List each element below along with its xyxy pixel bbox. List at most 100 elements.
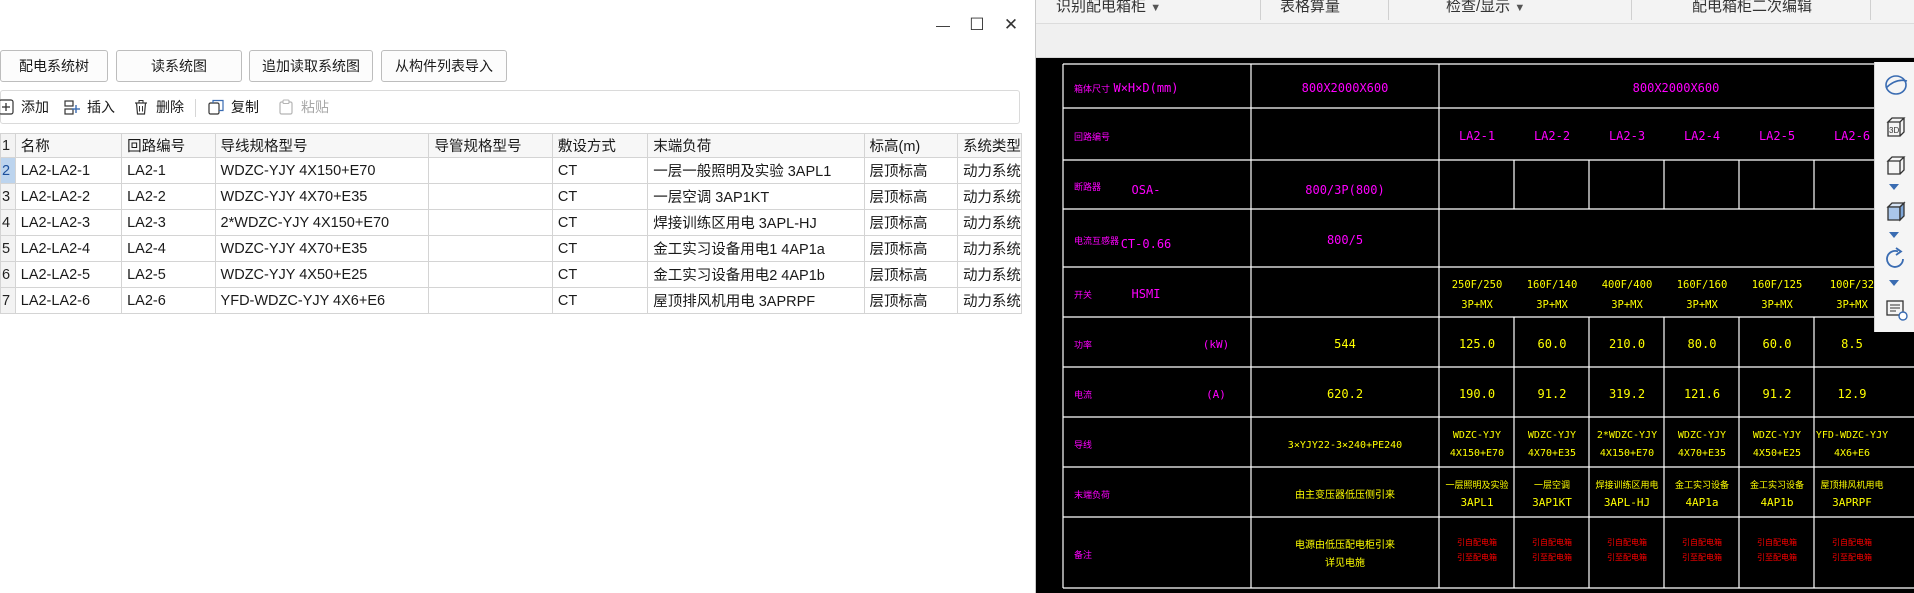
table-cell[interactable]: 动力系统 xyxy=(956,157,1022,184)
table-cell[interactable] xyxy=(428,235,553,262)
table-cell[interactable]: 一层空调 3AP1KT xyxy=(647,183,865,210)
cad-drawing-canvas[interactable]: 箱体尺寸 回路编号 断路器 电流互感器 开关 功率 电流 导线 末端负荷 备注 W×H×D(mm) 8… xyxy=(1036,58,1914,593)
table-cell[interactable]: LA2-LA2-3 xyxy=(14,209,123,236)
ribbon-table-calc[interactable]: 表格算量 xyxy=(1280,0,1340,24)
dialog-titlebar[interactable]: — ☐ ✕ xyxy=(0,0,1036,48)
circuit-table-container[interactable]: 1 名称 回路编号 导线规格型号 导管规格型号 敷设方式 末端负荷 标高(m) … xyxy=(0,133,1022,593)
table-cell[interactable]: LA2-LA2-5 xyxy=(14,261,123,288)
table-cell[interactable]: 一层一般照明及实验 3APL1 xyxy=(647,157,865,184)
table-cell[interactable] xyxy=(428,157,553,184)
table-row[interactable]: 4 LA2-LA2-3 LA2-3 2*WDZC-YJY 4X150+E70 CT 焊接训… xyxy=(0,209,1022,236)
cube-shaded-icon[interactable] xyxy=(1881,196,1911,226)
table-cell[interactable]: CT xyxy=(551,235,649,262)
paste-button[interactable]: 粘贴 xyxy=(277,91,329,123)
row-number-cell[interactable]: 4 xyxy=(0,209,16,236)
table-cell[interactable]: 动力系统 xyxy=(956,235,1022,262)
maximize-icon[interactable]: ☐ xyxy=(966,14,988,36)
copy-button[interactable]: 复制 xyxy=(207,91,259,123)
table-row[interactable]: 3 LA2-LA2-2 LA2-2 WDZC-YJY 4X70+E35 CT 一层空调 3… xyxy=(0,183,1022,210)
circuit-table: 1 名称 回路编号 导线规格型号 导管规格型号 敷设方式 末端负荷 标高(m) … xyxy=(0,133,1022,314)
table-cell[interactable]: LA2-5 xyxy=(121,261,216,288)
row-number-cell[interactable]: 6 xyxy=(0,261,16,288)
column-header-conduit-spec[interactable]: 导管规格型号 xyxy=(428,133,553,158)
table-cell[interactable]: WDZC-YJY 4X70+E35 xyxy=(214,235,430,262)
row-number-cell[interactable]: 2 xyxy=(0,157,16,184)
chevron-down-icon[interactable] xyxy=(1889,184,1899,190)
insert-button[interactable]: 插入 xyxy=(63,91,115,123)
table-cell[interactable]: WDZC-YJY 4X70+E35 xyxy=(214,183,430,210)
table-cell[interactable]: 焊接训练区用电 3APL-HJ xyxy=(647,209,865,236)
table-cell[interactable]: LA2-6 xyxy=(121,287,216,314)
table-cell[interactable]: LA2-LA2-2 xyxy=(14,183,123,210)
layer-settings-icon[interactable] xyxy=(1881,294,1911,324)
table-cell[interactable]: LA2-1 xyxy=(121,157,216,184)
close-icon[interactable]: ✕ xyxy=(1000,14,1022,36)
read-diagram-button[interactable]: 读系统图 xyxy=(116,50,242,82)
table-cell[interactable]: 层顶标高 xyxy=(863,209,958,236)
table-cell[interactable]: YFD-WDZC-YJY 4X6+E6 xyxy=(214,287,430,314)
table-cell[interactable]: LA2-LA2-1 xyxy=(14,157,123,184)
table-cell[interactable]: WDZC-YJY 4X50+E25 xyxy=(214,261,430,288)
table-cell[interactable]: 金工实习设备用电2 4AP1b xyxy=(647,261,865,288)
ribbon-secondary-edit[interactable]: 配电箱柜二次编辑 xyxy=(1692,0,1812,24)
column-header-name[interactable]: 名称 xyxy=(14,133,123,158)
table-cell[interactable]: LA2-LA2-6 xyxy=(14,287,123,314)
table-cell[interactable]: 层顶标高 xyxy=(863,261,958,288)
table-cell[interactable]: CT xyxy=(551,287,649,314)
diagram-circuit-note: 引自配电箱 xyxy=(1832,537,1872,547)
table-cell[interactable]: WDZC-YJY 4X150+E70 xyxy=(214,157,430,184)
table-cell[interactable]: LA2-4 xyxy=(121,235,216,262)
table-cell[interactable]: 层顶标高 xyxy=(863,235,958,262)
table-cell[interactable]: 动力系统 xyxy=(956,261,1022,288)
table-cell[interactable]: 动力系统 xyxy=(956,287,1022,314)
table-cell[interactable]: 金工实习设备用电1 4AP1a xyxy=(647,235,865,262)
ribbon-recognize-panel[interactable]: 识别配电箱柜 ▼ xyxy=(1056,0,1161,24)
chevron-down-icon[interactable] xyxy=(1889,280,1899,286)
orbit-icon[interactable] xyxy=(1881,70,1911,100)
table-cell[interactable]: 层顶标高 xyxy=(863,287,958,314)
diagram-circuit-power: 125.0 xyxy=(1459,337,1495,351)
column-header-elevation[interactable]: 标高(m) xyxy=(863,133,958,158)
table-cell[interactable]: LA2-3 xyxy=(121,209,216,236)
column-header-circuit-no[interactable]: 回路编号 xyxy=(121,133,216,158)
table-row[interactable]: 2 LA2-LA2-1 LA2-1 WDZC-YJY 4X150+E70 CT 一层一般照… xyxy=(0,157,1022,184)
column-header-cable-spec[interactable]: 导线规格型号 xyxy=(214,133,430,158)
row-number-cell[interactable]: 3 xyxy=(0,183,16,210)
table-row[interactable]: 7 LA2-LA2-6 LA2-6 YFD-WDZC-YJY 4X6+E6 CT 屋顶排风… xyxy=(0,287,1022,314)
table-cell[interactable] xyxy=(428,183,553,210)
table-cell[interactable]: 动力系统 xyxy=(956,183,1022,210)
add-button[interactable]: 添加 xyxy=(0,91,49,123)
table-row[interactable]: 6 LA2-LA2-5 LA2-5 WDZC-YJY 4X50+E25 CT 金工实习设备… xyxy=(0,261,1022,288)
chevron-down-icon[interactable] xyxy=(1889,232,1899,238)
distribution-tree-button[interactable]: 配电系统树 xyxy=(0,50,108,82)
append-read-diagram-button[interactable]: 追加读取系统图 xyxy=(249,50,373,82)
import-from-component-list-button[interactable]: 从构件列表导入 xyxy=(381,50,507,82)
table-cell[interactable]: CT xyxy=(551,157,649,184)
minimize-icon[interactable]: — xyxy=(932,14,954,36)
row-number-cell[interactable]: 5 xyxy=(0,235,16,262)
table-cell[interactable]: LA2-LA2-4 xyxy=(14,235,123,262)
table-cell[interactable]: LA2-2 xyxy=(121,183,216,210)
table-cell[interactable]: 2*WDZC-YJY 4X150+E70 xyxy=(214,209,430,236)
column-header-laying-method[interactable]: 敷设方式 xyxy=(551,133,649,158)
column-header-end-load[interactable]: 末端负荷 xyxy=(647,133,865,158)
row-number-cell[interactable]: 7 xyxy=(0,287,16,314)
diagram-circuit-note: 引至配电箱 xyxy=(1682,552,1722,562)
delete-button[interactable]: 删除 xyxy=(132,91,184,123)
ribbon-check-display[interactable]: 检查/显示 ▼ xyxy=(1446,0,1525,24)
table-cell[interactable]: 层顶标高 xyxy=(863,183,958,210)
table-cell[interactable]: 动力系统 xyxy=(956,209,1022,236)
table-cell[interactable]: 屋顶排风机用电 3APRPF xyxy=(647,287,865,314)
table-cell[interactable]: CT xyxy=(551,183,649,210)
table-cell[interactable]: CT xyxy=(551,261,649,288)
table-cell[interactable]: 层顶标高 xyxy=(863,157,958,184)
3d-view-icon[interactable]: 3D xyxy=(1881,112,1911,142)
table-cell[interactable] xyxy=(428,209,553,236)
table-cell[interactable]: CT xyxy=(551,209,649,236)
rotate-icon[interactable] xyxy=(1881,244,1911,274)
column-header-system-type[interactable]: 系统类型 xyxy=(956,133,1022,158)
cube-view-icon[interactable] xyxy=(1881,150,1911,180)
table-cell[interactable] xyxy=(428,287,553,314)
table-row[interactable]: 5 LA2-LA2-4 LA2-4 WDZC-YJY 4X70+E35 CT 金工实习设备… xyxy=(0,235,1022,262)
table-cell[interactable] xyxy=(428,261,553,288)
